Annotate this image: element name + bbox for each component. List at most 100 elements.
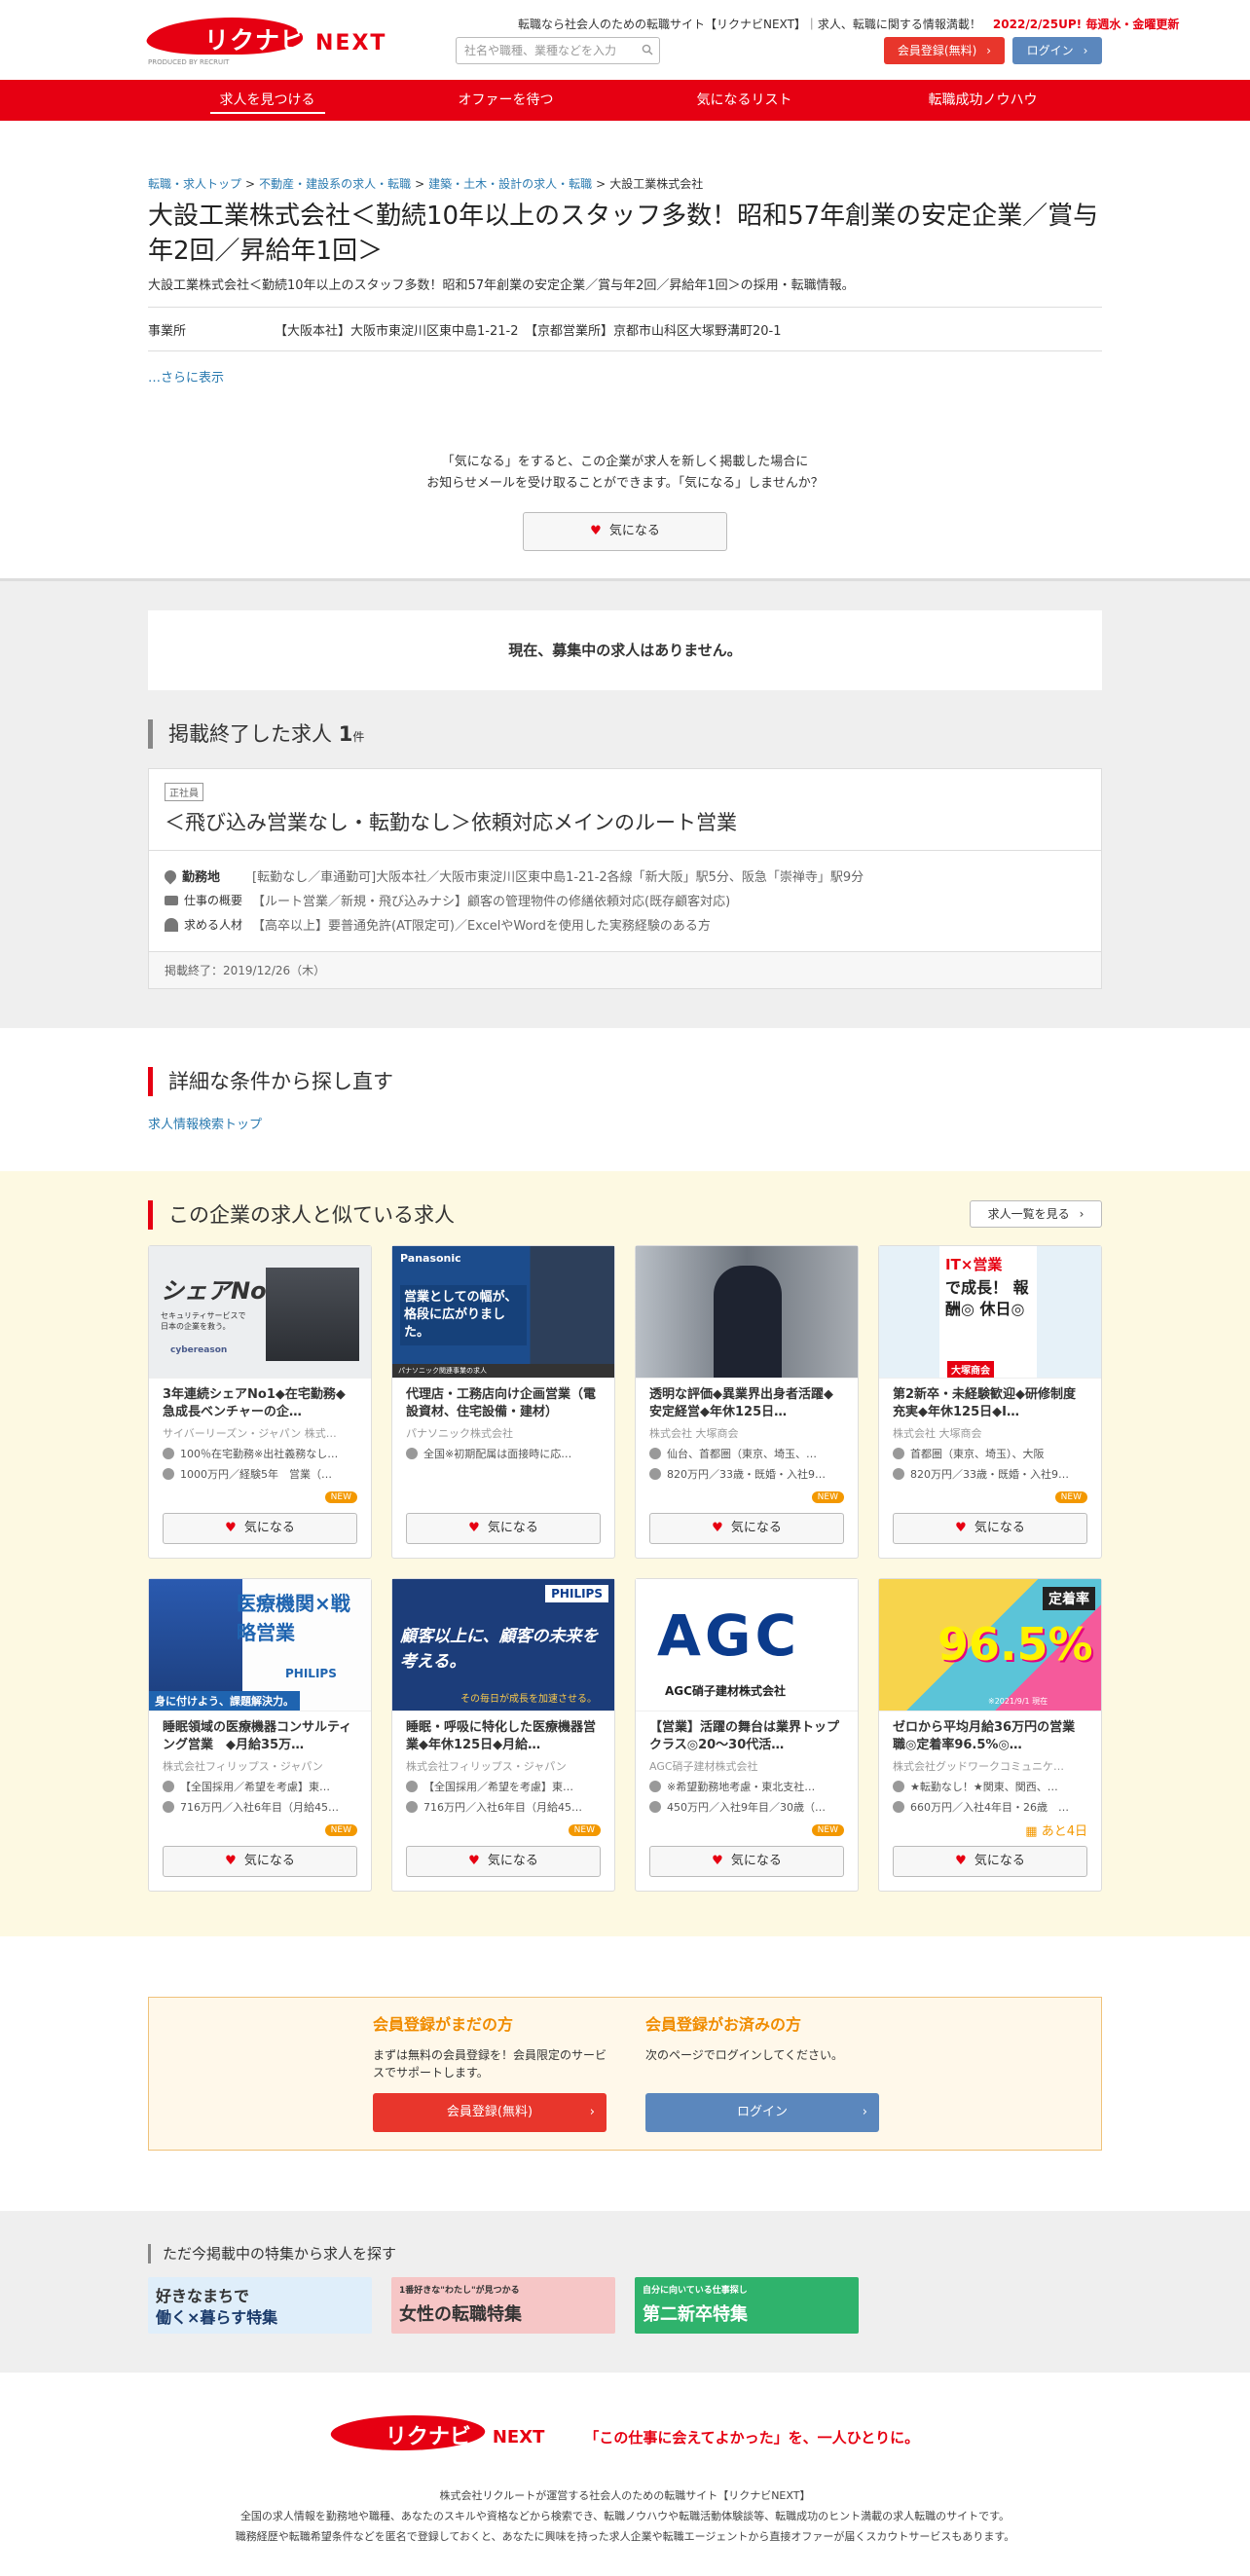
yen-icon [406, 1801, 418, 1813]
favorite-text-2: お知らせメールを受け取ることができます。「気になる」しませんか？ [426, 476, 824, 491]
favorite-label: 気になる [243, 1854, 295, 1868]
card-image[interactable] [636, 1246, 858, 1379]
card-location: ★転勤なし！★関東、関西、… [879, 1774, 1101, 1794]
similar-job-card[interactable]: 医療機関×戦略営業 PHILIPS 身に付けよう、課題解決力。 睡眠領域の医療機… [148, 1578, 372, 1892]
feature-banner[interactable]: 1番好きな"わたし"が見つかる 女性の転職特集 [391, 2277, 615, 2334]
ended-count: 1 [338, 722, 353, 746]
favorite-job-button[interactable]: ♥ 気になる [406, 1846, 601, 1877]
card-title[interactable]: 睡眠領域の医療機器コンサルティング営業 ◆月給35万… [149, 1711, 371, 1754]
card-image[interactable]: シェアNo.1 セキュリティサービスで日本の企業を救う。 cybereason [149, 1246, 371, 1379]
favorite-label: 気になる [730, 1854, 782, 1868]
card-image-headline: 営業としての幅が、格段に広がりました。 [400, 1285, 527, 1345]
breadcrumb-link[interactable]: 転職・求人トップ [148, 177, 241, 191]
heart-icon: ♥ [590, 524, 602, 538]
footer-description: 株式会社リクルートが運営する社会人のための転職サイト【リクナビNEXT】 全国の… [0, 2485, 1250, 2547]
card-location: 仙台、首都圏（東京、埼玉、… [636, 1441, 858, 1461]
login-label: ログイン [1026, 44, 1074, 57]
card-title[interactable]: 第2新卒・未経験歓迎◆研修制度充実◆年休125日◆I… [879, 1379, 1101, 1421]
yen-icon [649, 1801, 661, 1813]
card-image[interactable]: 医療機関×戦略営業 PHILIPS 身に付けよう、課題解決力。 [149, 1579, 371, 1711]
yen-icon [163, 1801, 174, 1813]
similar-job-card[interactable]: シェアNo.1 セキュリティサービスで日本の企業を救う。 cybereason … [148, 1245, 372, 1559]
favorite-job-button[interactable]: ♥ 気になる [406, 1513, 601, 1544]
register-button[interactable]: 会員登録(無料) › [884, 37, 1005, 64]
job-summary-row: 仕事の概要 【ルート営業／新規・飛び込みナシ】顧客の管理物件の修繕依頼対応(既存顧… [165, 891, 1085, 909]
similar-job-card[interactable]: AGC AGC硝子建材株式会社 【営業】活躍の舞台は業界トップクラス◎20～30… [635, 1578, 859, 1892]
login-button[interactable]: ログイン › [1012, 37, 1102, 64]
show-more-link[interactable]: …さらに表示 [148, 371, 224, 386]
member-register-button[interactable]: 会員登録(無料) › [373, 2093, 607, 2132]
yen-icon [163, 1468, 174, 1480]
banner-line-1: 1番好きな"わたし"が見つかる [399, 2286, 520, 2296]
member-login-button[interactable]: ログイン › [645, 2093, 879, 2132]
card-salary-text: 660万円／入社4年目・26歳 … [910, 1801, 1069, 1814]
card-location: 首都圏（東京、埼玉）、大阪 [879, 1441, 1101, 1461]
favorite-job-button[interactable]: ♥ 気になる [163, 1846, 357, 1877]
job-list-button[interactable]: 求人一覧を見る › [970, 1200, 1102, 1228]
card-image[interactable]: AGC AGC硝子建材株式会社 [636, 1579, 858, 1711]
breadcrumb-current: 大設工業株式会社 [609, 177, 704, 191]
favorite-job-button[interactable]: ♥ 気になる [893, 1846, 1087, 1877]
favorite-label: 気になる [487, 1521, 538, 1535]
feature-banner[interactable]: 自分に向いている仕事探し 第二新卒特集 [635, 2277, 859, 2334]
similar-job-card[interactable]: 透明な評価◆異業界出身者活躍◆安定経営◆年休125日… 株式会社 大塚商会 仙台… [635, 1245, 859, 1559]
member-existing-text: 次のページでログインしてください。 [645, 2048, 844, 2062]
card-image[interactable]: PHILIPS 顧客以上に、顧客の未来を考える。 その毎日が成長を加速させる。 [392, 1579, 614, 1711]
card-photo [266, 1268, 359, 1361]
favorite-label: 気になる [974, 1854, 1025, 1868]
ended-job-card[interactable]: 正社員 ＜飛び込み営業なし・転勤なし＞依頼対応メインのルート営業 勤務地 [転勤な… [148, 768, 1102, 989]
favorite-job-button[interactable]: ♥ 気になる [649, 1846, 844, 1877]
card-location-text: 全国※初期配属は面接時に応… [423, 1448, 572, 1460]
search-input[interactable]: 社名や職種、業種などを入力 [456, 37, 660, 64]
jobs-area: 現在、募集中の求人はありません。 掲載終了した求人 1件 正社員 ＜飛び込み営業… [0, 578, 1250, 1028]
card-title[interactable]: ゼロから平均月給36万円の営業職◎定着率96.5%◎… [879, 1711, 1101, 1754]
rikunabi-next-logo[interactable]: リクナビ NEXT PRODUCED BY RECRUIT [141, 18, 389, 68]
favorite-job-button[interactable]: ♥ 気になる [163, 1513, 357, 1544]
new-badge: NEW [811, 1824, 844, 1836]
similar-job-card[interactable]: IT×営業 で成長！ 報酬◎ 休日◎ 大塚商会 第2新卒・未経験歓迎◆研修制度充… [878, 1245, 1102, 1559]
card-salary: 450万円／入社9年目／30歳（… [636, 1794, 858, 1815]
card-location: ※希望勤務地考慮・東北支社… [636, 1774, 858, 1794]
member-register-label: 会員登録(無料) [446, 2105, 533, 2119]
search-again-section: 詳細な条件から探し直す 求人情報検索トップ [148, 1028, 1102, 1171]
similar-jobs-grid: シェアNo.1 セキュリティサービスで日本の企業を救う。 cybereason … [148, 1245, 1102, 1892]
nav-item-knowhow[interactable]: 転職成功ノウハウ [864, 80, 1102, 121]
card-image[interactable]: IT×営業 で成長！ 報酬◎ 休日◎ 大塚商会 [879, 1246, 1101, 1379]
breadcrumb-link[interactable]: 建築・土木・設計の求人・転職 [428, 177, 592, 191]
favorite-job-button[interactable]: ♥ 気になる [893, 1513, 1087, 1544]
footer-text-2: 全国の求人情報を勤務地や職種、あなたのスキルや資格などから検索でき、転職ノウハウ… [239, 2510, 1011, 2522]
similar-job-card[interactable]: Panasonic 営業としての幅が、格段に広がりました。 パナソニック関連事業… [391, 1245, 615, 1559]
card-title[interactable]: 透明な評価◆異業界出身者活躍◆安定経営◆年休125日… [636, 1379, 858, 1421]
card-title[interactable]: 代理店・工務店向け企画営業（電設資材、住宅設備・建材） [392, 1379, 614, 1421]
card-image-sub: その毎日が成長を加速させる。 [460, 1694, 597, 1705]
breadcrumb-link[interactable]: 不動産・建設系の求人・転職 [259, 177, 411, 191]
footer-logo[interactable]: リクナビ NEXT [325, 2415, 565, 2458]
favorite-company-button[interactable]: ♥ 気になる [523, 512, 727, 551]
favorite-label: 気になる [730, 1521, 782, 1535]
similar-job-card[interactable]: 定着率 96.5% ※2021/9/1 現在 ゼロから平均月給36万円の営業職◎… [878, 1578, 1102, 1892]
company-title: 大設工業株式会社＜勤続10年以上のスタッフ多数！昭和57年創業の安定企業／賞与年… [148, 202, 1099, 266]
nav-item-offers[interactable]: オファーを待つ [386, 80, 625, 121]
card-title[interactable]: 3年連続シェアNo1◆在宅勤務◆急成長ベンチャーの企… [149, 1379, 371, 1421]
card-salary-text: 450万円／入社9年目／30歳（… [667, 1801, 826, 1814]
similar-job-card[interactable]: PHILIPS 顧客以上に、顧客の未来を考える。 その毎日が成長を加速させる。 … [391, 1578, 615, 1892]
favorite-label: 気になる [974, 1521, 1025, 1535]
yen-icon [893, 1801, 904, 1813]
nav-item-find-jobs[interactable]: 求人を見つける [148, 80, 386, 121]
ended-job-title[interactable]: ＜飛び込み営業なし・転勤なし＞依頼対応メインのルート営業 [165, 807, 1085, 836]
card-company: サイバーリーズン・ジャパン 株式… [163, 1427, 337, 1440]
card-image[interactable]: 定着率 96.5% ※2021/9/1 現在 [879, 1579, 1101, 1711]
card-image[interactable]: Panasonic 営業としての幅が、格段に広がりました。 パナソニック関連事業… [392, 1246, 614, 1379]
chevron-right-icon: › [589, 2105, 595, 2119]
map-pin-icon [162, 867, 179, 884]
card-title[interactable]: 睡眠・呼吸に特化した医療機器営業◆年休125日◆月給… [392, 1711, 614, 1754]
search-icon[interactable] [642, 44, 653, 55]
favorite-label: 気になる [487, 1854, 538, 1868]
nav-item-favorites[interactable]: 気になるリスト [625, 80, 864, 121]
job-search-top-link[interactable]: 求人情報検索トップ [148, 1118, 262, 1132]
favorite-job-button[interactable]: ♥ 気になる [649, 1513, 844, 1544]
card-title[interactable]: 【営業】活躍の舞台は業界トップクラス◎20～30代活… [636, 1711, 858, 1754]
new-badge: NEW [324, 1824, 357, 1836]
feature-banner[interactable]: 好きなまちで 働く×暮らす特集 [148, 2277, 372, 2334]
calendar-icon: ▦ [1025, 1824, 1038, 1839]
